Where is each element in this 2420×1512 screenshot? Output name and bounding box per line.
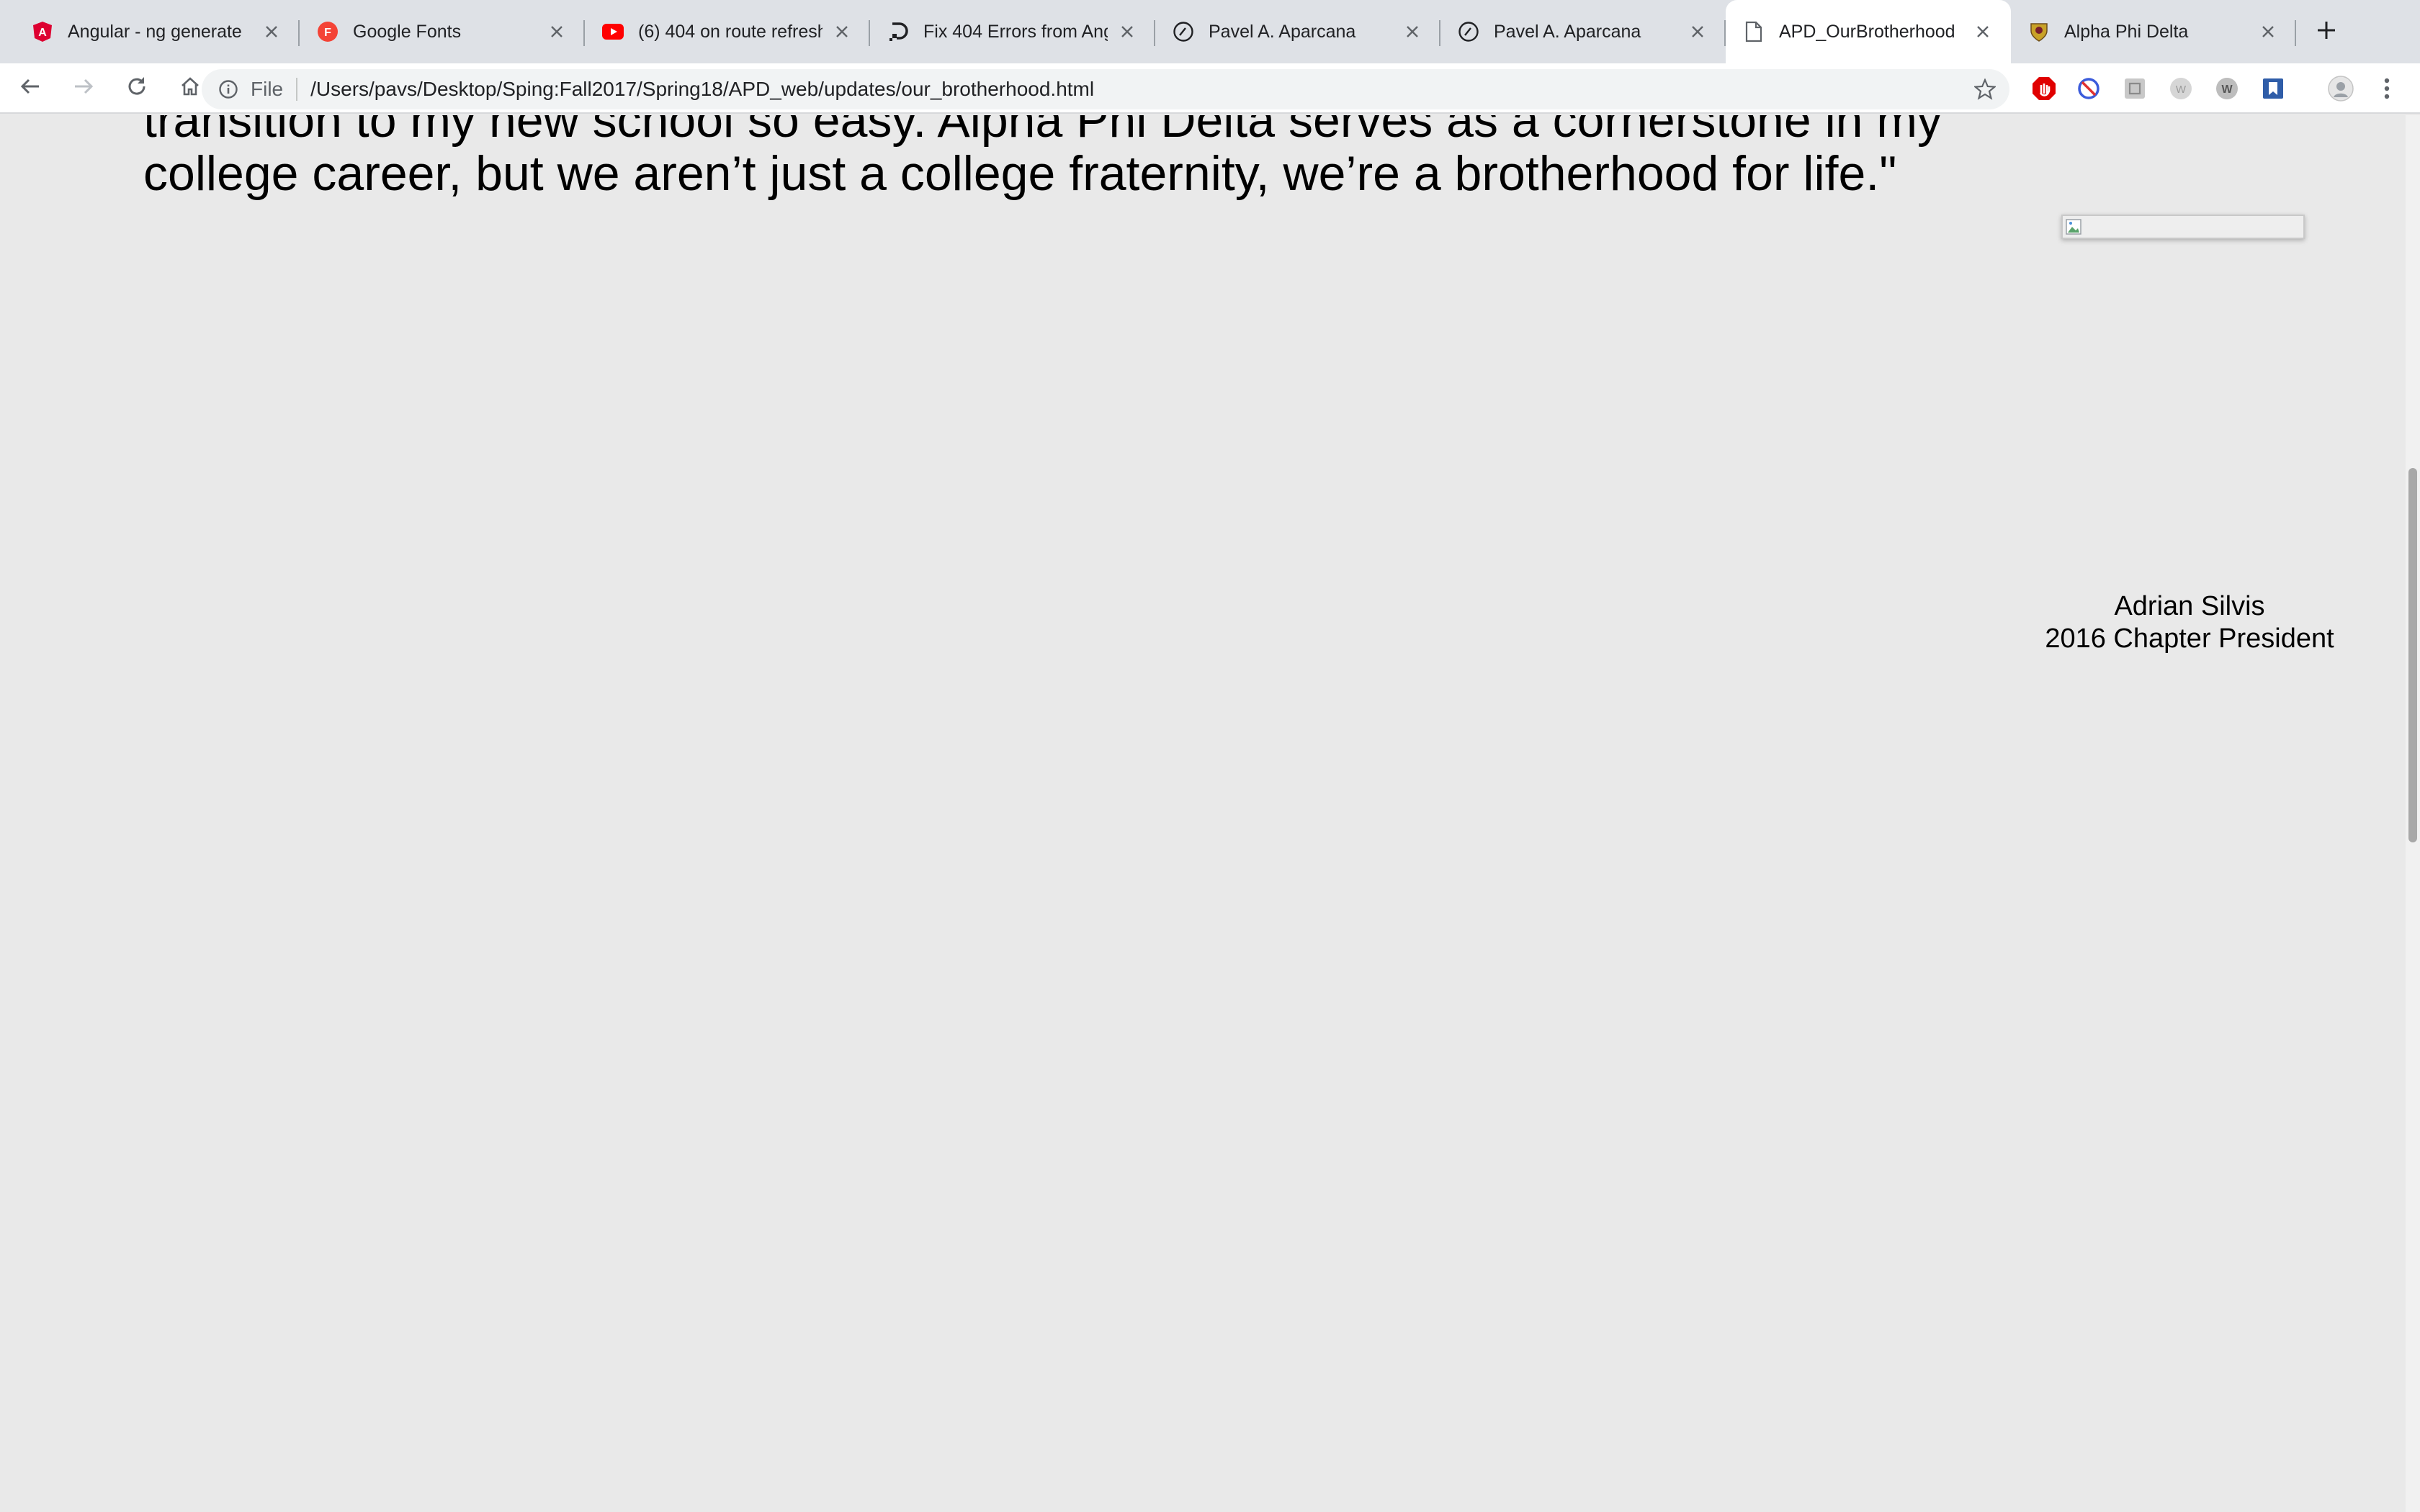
tab-youtube[interactable]: (6) 404 on route refresh <box>585 0 870 63</box>
bookmark-star-icon[interactable] <box>1971 75 1999 104</box>
tab-title: (6) 404 on route refresh <box>638 21 823 42</box>
signature-name: Adrian Silvis <box>2114 591 2265 621</box>
tab-title: Fix 404 Errors from Ang <box>923 21 1108 42</box>
digitalocean-icon <box>887 21 909 42</box>
tab-title: Google Fonts <box>353 21 462 42</box>
url-text[interactable]: /Users/pavs/Desktop/Sping:Fall2017/Sprin… <box>310 78 1971 101</box>
signature-block: Adrian Silvis 2016 Chapter President <box>2002 590 2377 655</box>
tab-pavel-1[interactable]: Pavel A. Aparcana <box>1155 0 1440 63</box>
tab-divider <box>2295 20 2296 46</box>
menu-icon[interactable] <box>2374 76 2400 102</box>
tab-title: Pavel A. Aparcana <box>1209 21 1356 42</box>
forward-button[interactable] <box>60 65 107 111</box>
extension-icon[interactable] <box>2122 76 2148 102</box>
tab-title: Angular - ng generate <box>68 21 242 42</box>
home-icon <box>179 75 202 102</box>
crest-icon <box>2028 21 2050 42</box>
youtube-icon <box>602 21 624 42</box>
reload-button[interactable] <box>114 65 160 111</box>
w-extension-icon[interactable]: W <box>2214 76 2240 102</box>
back-button[interactable] <box>7 65 53 111</box>
site-icon <box>1458 21 1479 42</box>
tab-pavel-2[interactable]: Pavel A. Aparcana <box>1440 0 1726 63</box>
angular-icon: A <box>32 21 53 42</box>
svg-text:W: W <box>2221 84 2233 96</box>
vertical-scrollbar[interactable] <box>2406 115 2420 1512</box>
bookmark-extension-icon[interactable] <box>2260 76 2286 102</box>
site-icon <box>1173 21 1194 42</box>
svg-text:W: W <box>2176 84 2187 96</box>
tab-title: APD_OurBrotherhood <box>1779 21 1955 42</box>
scrollbar-thumb[interactable] <box>2408 468 2417 842</box>
svg-text:F: F <box>324 27 331 39</box>
tab-digitalocean[interactable]: Fix 404 Errors from Ang <box>870 0 1155 63</box>
tab-apd-ourbrotherhood[interactable]: APD_OurBrotherhood <box>1726 0 2011 63</box>
close-icon[interactable] <box>2257 21 2279 42</box>
tab-angular[interactable]: A Angular - ng generate <box>14 0 300 63</box>
web-extension-icon[interactable]: W <box>2168 76 2194 102</box>
close-icon[interactable] <box>1972 21 1994 42</box>
omnibox-divider <box>296 78 298 101</box>
arrow-right-icon <box>72 75 95 102</box>
tab-strip: A Angular - ng generate F Google Fonts (… <box>0 0 2420 63</box>
profile-avatar-icon[interactable] <box>2328 76 2354 102</box>
tab-google-fonts[interactable]: F Google Fonts <box>300 0 585 63</box>
tab-title: Pavel A. Aparcana <box>1494 21 1641 42</box>
plus-icon <box>2316 19 2337 45</box>
close-icon[interactable] <box>831 21 853 42</box>
info-icon[interactable] <box>218 78 239 100</box>
broken-image-icon <box>2066 219 2087 236</box>
svg-text:A: A <box>38 27 47 39</box>
broken-image-placeholder <box>2061 215 2305 239</box>
close-icon[interactable] <box>261 21 282 42</box>
tab-title: Alpha Phi Delta <box>2064 21 2189 42</box>
arrow-left-icon <box>19 75 42 102</box>
google-fonts-icon: F <box>317 21 339 42</box>
file-icon <box>1743 21 1765 42</box>
reload-icon <box>125 75 148 102</box>
close-icon[interactable] <box>1116 21 1138 42</box>
close-icon[interactable] <box>546 21 568 42</box>
signature-role: 2016 Chapter President <box>2045 624 2334 654</box>
page-viewport: transition to my new school so easy. Alp… <box>0 115 2406 1512</box>
new-tab-button[interactable] <box>2303 0 2349 63</box>
block-icon[interactable] <box>2076 76 2102 102</box>
tab-alpha-phi-delta[interactable]: Alpha Phi Delta <box>2011 0 2296 63</box>
close-icon[interactable] <box>1402 21 1423 42</box>
testimonial-quote: transition to my new school so easy. Alp… <box>143 115 1942 201</box>
close-icon[interactable] <box>1687 21 1708 42</box>
browser-toolbar: File /Users/pavs/Desktop/Sping:Fall2017/… <box>0 63 2420 114</box>
adblock-icon[interactable] <box>2031 76 2057 102</box>
scheme-label: File <box>251 78 284 100</box>
address-bar[interactable]: File /Users/pavs/Desktop/Sping:Fall2017/… <box>202 69 2009 109</box>
